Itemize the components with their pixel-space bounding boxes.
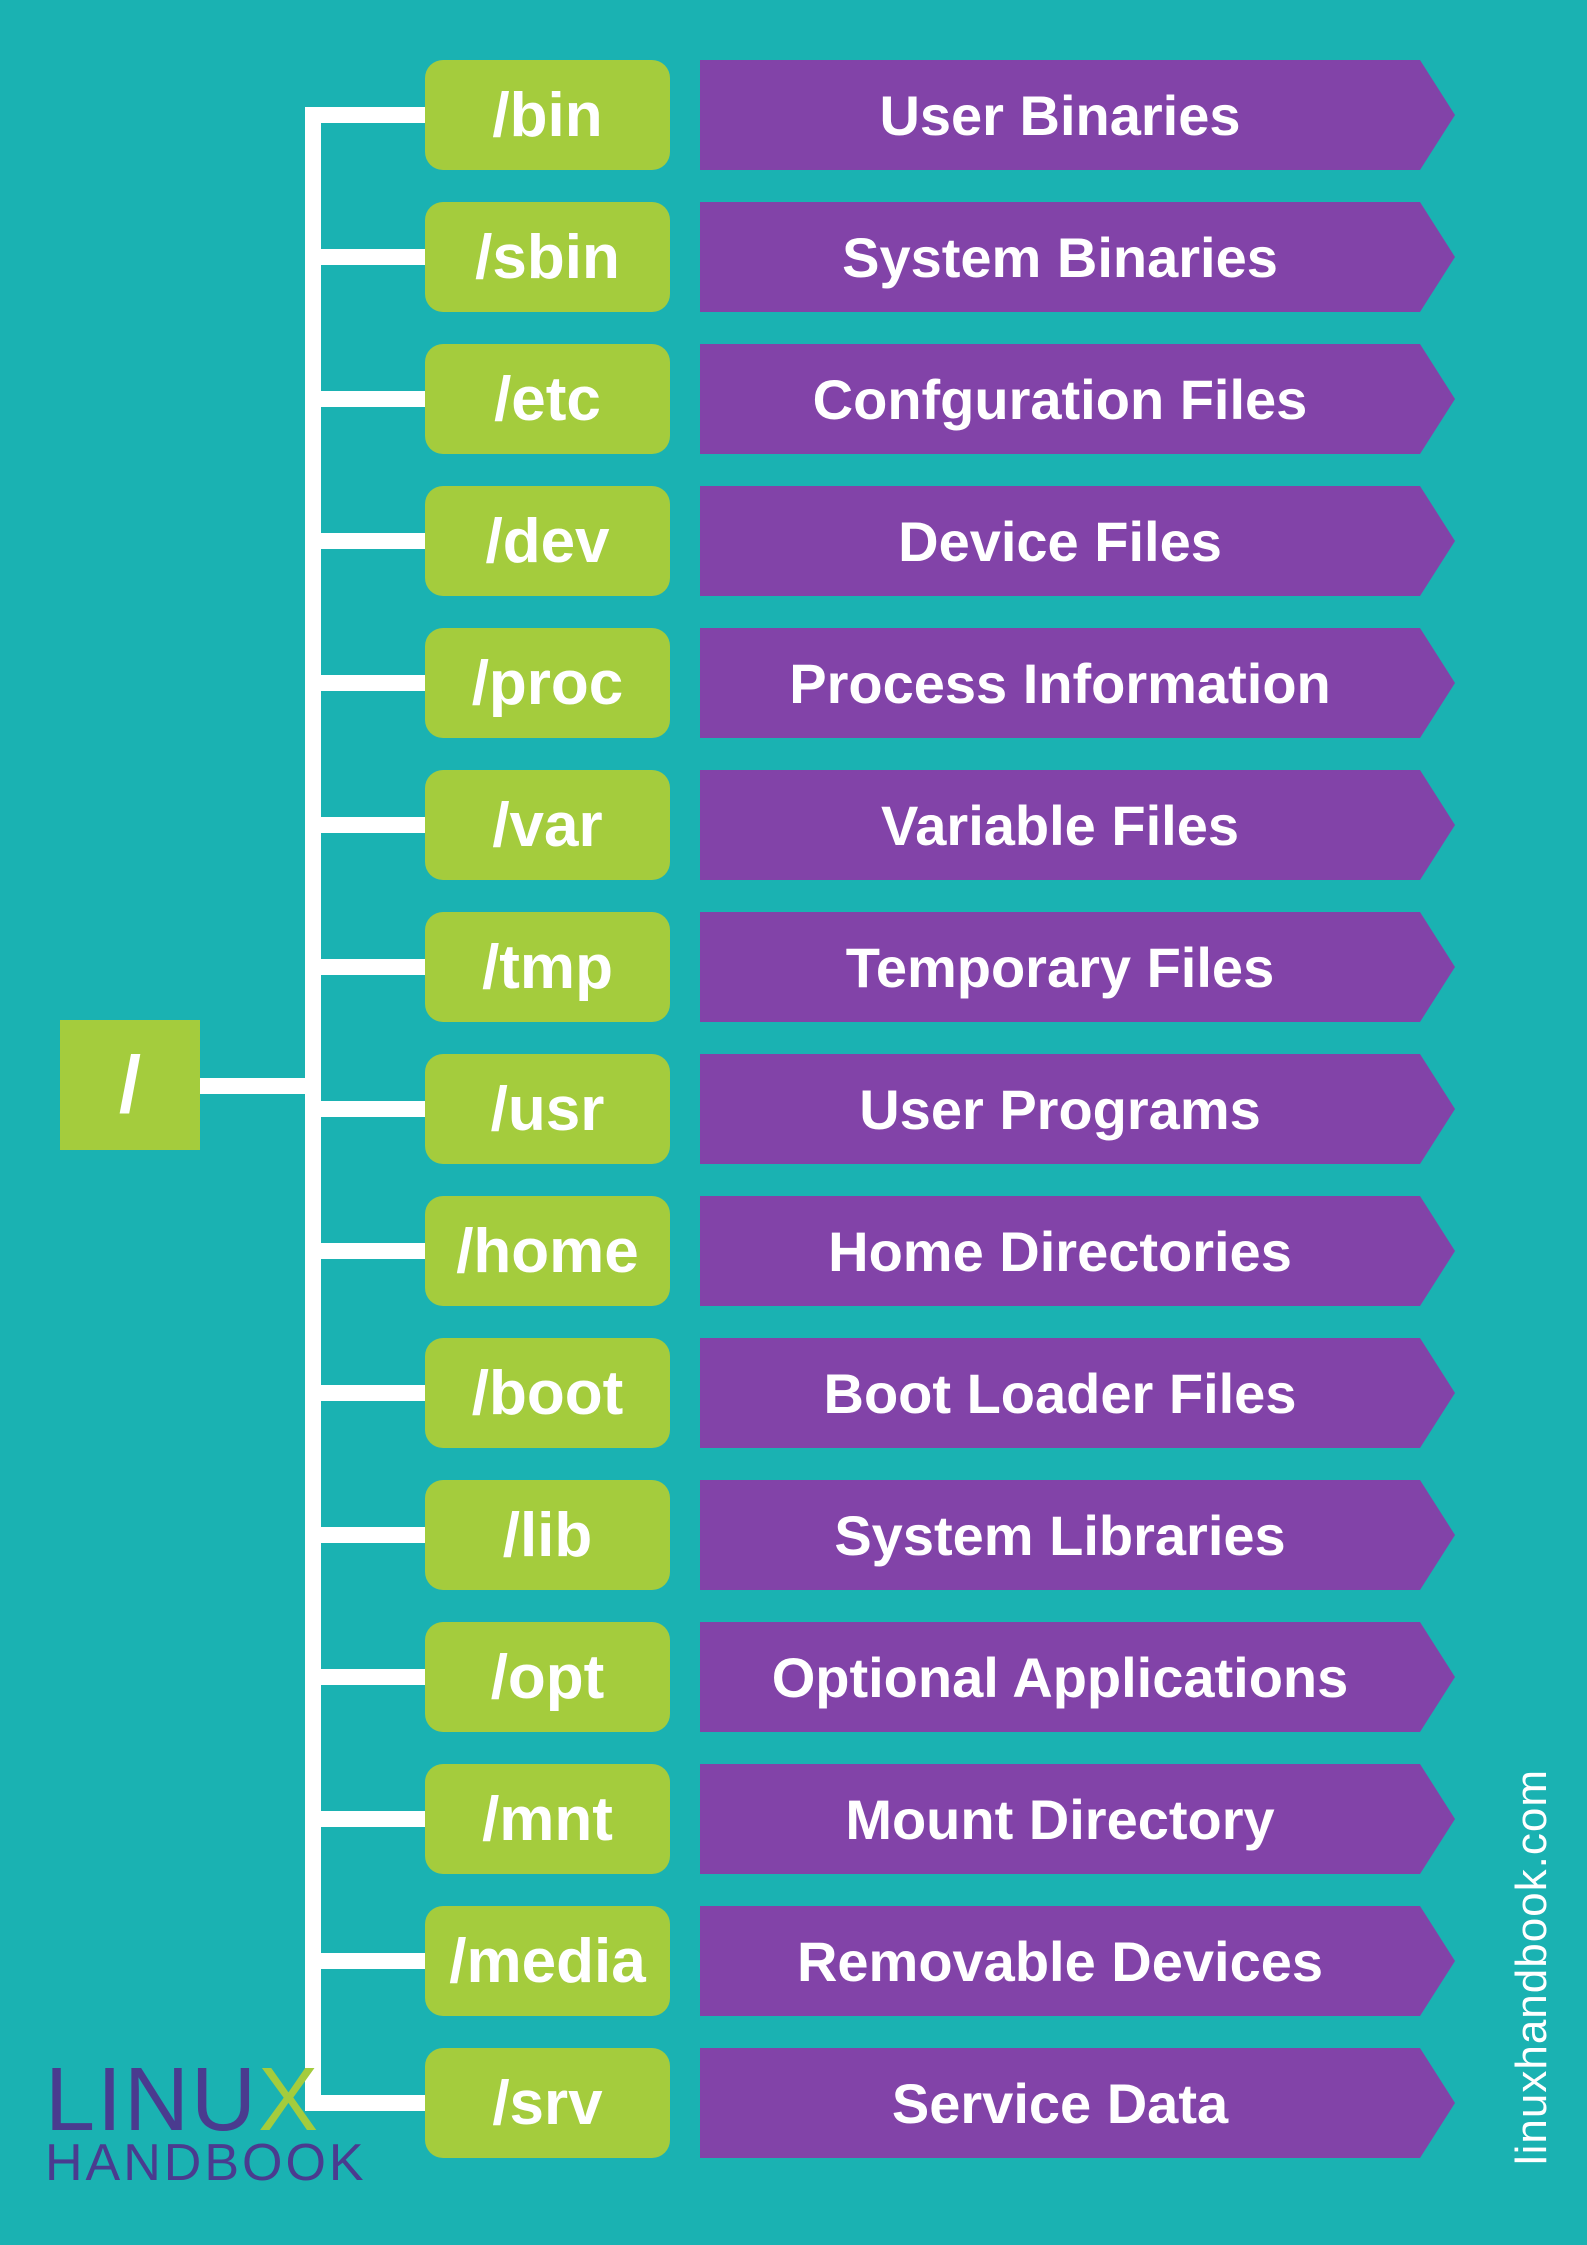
directory-row: /usr User Programs — [305, 1054, 1420, 1164]
tree-branch-line — [305, 533, 425, 549]
directory-name-box: /var — [425, 770, 670, 880]
directory-description-box: Boot Loader Files — [700, 1338, 1420, 1448]
directory-description-label: Variable Files — [881, 793, 1239, 858]
tree-branch-line — [305, 1953, 425, 1969]
directory-name-box: /home — [425, 1196, 670, 1306]
directory-row: /home Home Directories — [305, 1196, 1420, 1306]
directory-row: /boot Boot Loader Files — [305, 1338, 1420, 1448]
directory-name-label: /media — [449, 1926, 645, 1997]
root-directory-label: / — [119, 1039, 141, 1131]
tree-branch-line — [305, 1527, 425, 1543]
directory-name-label: /opt — [491, 1642, 605, 1713]
tree-branch-line — [305, 1101, 425, 1117]
directory-description-label: Device Files — [898, 509, 1222, 574]
directory-description-label: Removable Devices — [797, 1929, 1323, 1994]
directory-name-box: /dev — [425, 486, 670, 596]
directory-description-label: User Programs — [859, 1077, 1261, 1142]
tree-branch-line — [305, 959, 425, 975]
directory-description-box: Mount Directory — [700, 1764, 1420, 1874]
directory-name-box: /lib — [425, 1480, 670, 1590]
directory-description-label: System Libraries — [834, 1503, 1285, 1568]
directory-name-box: /sbin — [425, 202, 670, 312]
directory-name-box: /srv — [425, 2048, 670, 2158]
directory-description-box: Confguration Files — [700, 344, 1420, 454]
directory-row: /tmp Temporary Files — [305, 912, 1420, 1022]
directory-row: /etc Confguration Files — [305, 344, 1420, 454]
directory-name-label: /dev — [485, 506, 609, 577]
directory-name-label: /sbin — [475, 222, 620, 293]
root-directory-box: / — [60, 1020, 200, 1150]
directory-name-label: /var — [492, 790, 602, 861]
directory-name-label: /tmp — [482, 932, 613, 1003]
directory-name-label: /boot — [472, 1358, 624, 1429]
directory-description-label: Home Directories — [828, 1219, 1292, 1284]
directory-name-box: /bin — [425, 60, 670, 170]
directory-name-label: /usr — [491, 1074, 605, 1145]
directory-name-box: /etc — [425, 344, 670, 454]
directory-description-box: Home Directories — [700, 1196, 1420, 1306]
tree-branch-line — [305, 1243, 425, 1259]
tree-branch-line — [305, 675, 425, 691]
directory-description-box: User Programs — [700, 1054, 1420, 1164]
directory-description-label: User Binaries — [879, 83, 1240, 148]
directory-name-label: /home — [456, 1216, 639, 1287]
directory-description-box: Service Data — [700, 2048, 1420, 2158]
directory-description-box: Optional Applications — [700, 1622, 1420, 1732]
directory-name-label: /etc — [494, 364, 601, 435]
logo-bottom-line: HANDBOOK — [45, 2141, 367, 2185]
directory-description-label: Optional Applications — [772, 1645, 1349, 1710]
directory-description-label: Confguration Files — [813, 367, 1308, 432]
directory-row: /dev Device Files — [305, 486, 1420, 596]
directory-description-box: Removable Devices — [700, 1906, 1420, 2016]
directory-name-box: /proc — [425, 628, 670, 738]
directory-description-label: Temporary Files — [846, 935, 1274, 1000]
tree-branch-line — [305, 249, 425, 265]
directory-description-label: Mount Directory — [845, 1787, 1274, 1852]
directory-row: /opt Optional Applications — [305, 1622, 1420, 1732]
directory-description-label: Service Data — [892, 2071, 1228, 2136]
directory-name-box: /mnt — [425, 1764, 670, 1874]
directory-description-box: User Binaries — [700, 60, 1420, 170]
directory-row: /media Removable Devices — [305, 1906, 1420, 2016]
directory-row: /sbin System Binaries — [305, 202, 1420, 312]
tree-branch-line — [305, 1811, 425, 1827]
directory-name-label: /srv — [492, 2068, 602, 2139]
site-url: linuxhandbook.com — [1507, 1769, 1557, 2165]
directory-row: /mnt Mount Directory — [305, 1764, 1420, 1874]
directory-row: /bin User Binaries — [305, 60, 1420, 170]
directory-name-box: /opt — [425, 1622, 670, 1732]
directory-name-box: /boot — [425, 1338, 670, 1448]
directory-row: /var Variable Files — [305, 770, 1420, 880]
tree-branch-line — [305, 817, 425, 833]
directory-name-box: /tmp — [425, 912, 670, 1022]
directory-description-label: Process Information — [789, 651, 1330, 716]
brand-logo: LINUX HANDBOOK — [45, 2062, 367, 2185]
tree-branch-line — [305, 107, 425, 123]
directory-description-box: Temporary Files — [700, 912, 1420, 1022]
directory-description-box: Variable Files — [700, 770, 1420, 880]
tree-branch-line — [305, 391, 425, 407]
directory-name-label: /mnt — [482, 1784, 613, 1855]
tree-branch-line — [305, 1385, 425, 1401]
directory-description-box: Device Files — [700, 486, 1420, 596]
directory-description-label: Boot Loader Files — [824, 1361, 1297, 1426]
directory-description-box: Process Information — [700, 628, 1420, 738]
directory-row: /srv Service Data — [305, 2048, 1420, 2158]
directory-row: /lib System Libraries — [305, 1480, 1420, 1590]
directory-name-box: /media — [425, 1906, 670, 2016]
directory-description-label: System Binaries — [842, 225, 1278, 290]
directory-name-box: /usr — [425, 1054, 670, 1164]
directory-description-box: System Binaries — [700, 202, 1420, 312]
tree-branch-line — [305, 1669, 425, 1685]
directory-row: /proc Process Information — [305, 628, 1420, 738]
directory-name-label: /lib — [503, 1500, 593, 1571]
directory-name-label: /proc — [472, 648, 624, 719]
directory-description-box: System Libraries — [700, 1480, 1420, 1590]
directory-name-label: /bin — [492, 80, 602, 151]
tree-root-connector — [200, 1078, 320, 1094]
logo-top-line: LINUX — [45, 2062, 367, 2139]
